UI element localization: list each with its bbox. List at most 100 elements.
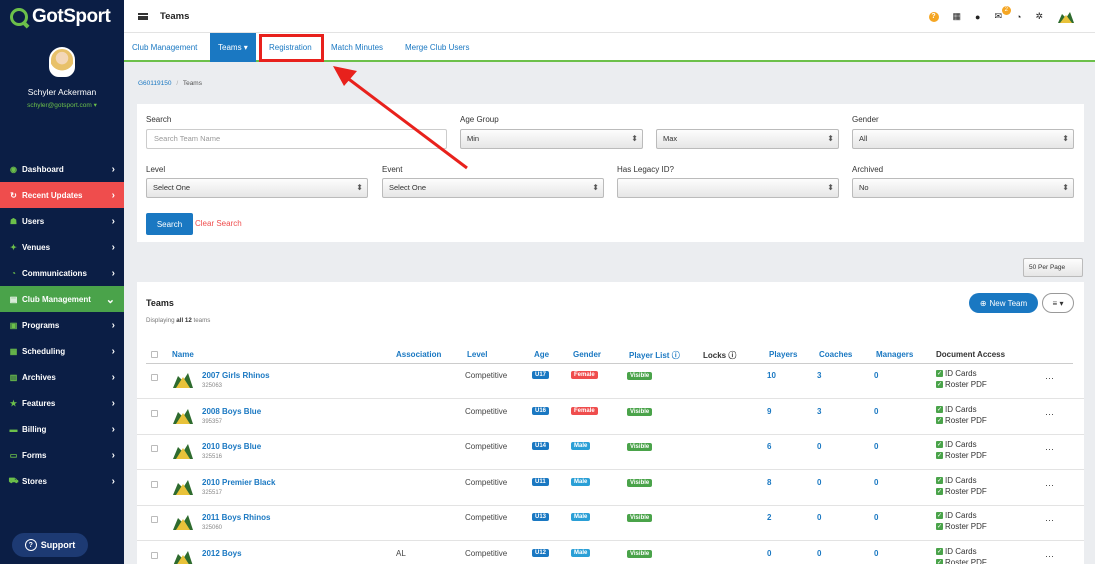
- header-player-list[interactable]: Player List ⓘ: [629, 350, 680, 361]
- team-name-link[interactable]: 2012 Boys: [202, 549, 242, 558]
- players-count-link[interactable]: 0: [767, 549, 771, 558]
- coaches-count-link[interactable]: 0: [817, 442, 821, 451]
- user-icon[interactable]: ●: [975, 12, 980, 22]
- level-select[interactable]: Select One: [146, 178, 368, 198]
- clear-search-link[interactable]: Clear Search: [195, 219, 242, 228]
- row-checkbox[interactable]: [151, 551, 158, 559]
- player-list-badge[interactable]: Visible: [627, 372, 653, 380]
- roster-pdf-access[interactable]: ✓ Roster PDF: [936, 558, 987, 564]
- header-name[interactable]: Name: [172, 350, 194, 359]
- players-count-link[interactable]: 10: [767, 371, 776, 380]
- header-coaches[interactable]: Coaches: [819, 350, 852, 359]
- sidebar-item-dashboard[interactable]: ◉ Dashboard ›: [0, 156, 124, 182]
- coaches-count-link[interactable]: 0: [817, 478, 821, 487]
- row-actions-menu-icon[interactable]: ···: [1045, 480, 1054, 490]
- archived-select[interactable]: No: [852, 178, 1074, 198]
- row-checkbox[interactable]: [151, 445, 158, 452]
- sidebar-item-stores[interactable]: ⛟ Stores ›: [0, 468, 124, 494]
- age-min-select[interactable]: Min: [460, 129, 643, 149]
- tab-match-minutes[interactable]: Match Minutes: [331, 33, 383, 62]
- roster-pdf-access[interactable]: ✓ Roster PDF: [936, 380, 987, 389]
- id-cards-access[interactable]: ✓ ID Cards: [936, 476, 977, 485]
- managers-count-link[interactable]: 0: [874, 549, 878, 558]
- help-icon[interactable]: ?: [928, 11, 939, 22]
- sidebar-item-recent-updates[interactable]: ↻ Recent Updates ›: [0, 182, 124, 208]
- age-max-select[interactable]: Max: [656, 129, 839, 149]
- search-team-input[interactable]: Search Team Name: [146, 129, 447, 149]
- mail-icon[interactable]: ✉ 2: [994, 6, 1012, 22]
- row-actions-menu-icon[interactable]: ···: [1045, 444, 1054, 454]
- players-count-link[interactable]: 6: [767, 442, 771, 451]
- sidebar-item-communications[interactable]: ◔ Communications ›: [0, 260, 124, 286]
- roster-pdf-access[interactable]: ✓ Roster PDF: [936, 451, 987, 460]
- managers-count-link[interactable]: 0: [874, 478, 878, 487]
- row-checkbox[interactable]: [151, 374, 158, 381]
- row-checkbox[interactable]: [151, 409, 158, 417]
- tab-club-management[interactable]: Club Management: [132, 33, 197, 62]
- chat-icon[interactable]: ◔: [1016, 12, 1021, 22]
- id-cards-access[interactable]: ✓ ID Cards: [936, 511, 977, 520]
- players-count-link[interactable]: 9: [767, 407, 771, 416]
- gender-select[interactable]: All: [852, 129, 1074, 149]
- user-email-dropdown[interactable]: schyler@gotsport.com ▾: [0, 101, 124, 109]
- team-name-link[interactable]: 2008 Boys Blue: [202, 407, 261, 416]
- roster-pdf-access[interactable]: ✓ Roster PDF: [936, 487, 987, 496]
- support-button[interactable]: ? Support: [12, 533, 88, 557]
- id-cards-access[interactable]: ✓ ID Cards: [936, 369, 977, 378]
- sidebar-item-forms[interactable]: ▭ Forms ›: [0, 442, 124, 468]
- id-cards-access[interactable]: ✓ ID Cards: [936, 440, 977, 449]
- row-checkbox[interactable]: [151, 480, 158, 488]
- info-icon[interactable]: ⓘ: [728, 351, 736, 360]
- sidebar-item-scheduling[interactable]: ▦ Scheduling ›: [0, 338, 124, 364]
- row-actions-menu-icon[interactable]: ···: [1045, 515, 1054, 525]
- select-all-checkbox[interactable]: [151, 351, 158, 358]
- tab-teams[interactable]: Teams ▾: [210, 33, 256, 62]
- legacy-id-select[interactable]: [617, 178, 839, 198]
- coaches-count-link[interactable]: 0: [817, 549, 821, 558]
- header-level[interactable]: Level: [467, 350, 487, 359]
- gear-icon[interactable]: ✲: [1035, 11, 1043, 22]
- header-gender[interactable]: Gender: [573, 350, 601, 359]
- header-locks[interactable]: Locks ⓘ: [703, 350, 736, 361]
- team-name-link[interactable]: 2010 Premier Black: [202, 478, 275, 487]
- sidebar-item-venues[interactable]: ✦ Venues ›: [0, 234, 124, 260]
- header-age[interactable]: Age: [534, 350, 549, 359]
- coaches-count-link[interactable]: 3: [817, 371, 821, 380]
- sidebar-item-programs[interactable]: ▣ Programs ›: [0, 312, 124, 338]
- header-managers[interactable]: Managers: [876, 350, 913, 359]
- managers-count-link[interactable]: 0: [874, 407, 878, 416]
- team-name-link[interactable]: 2007 Girls Rhinos: [202, 371, 270, 380]
- player-list-badge[interactable]: Visible: [627, 514, 653, 522]
- club-crest-icon[interactable]: [1057, 10, 1075, 24]
- id-cards-access[interactable]: ✓ ID Cards: [936, 405, 977, 414]
- header-association[interactable]: Association: [396, 350, 441, 359]
- per-page-select[interactable]: 50 Per Page: [1023, 258, 1083, 277]
- qr-code-icon[interactable]: ▦: [953, 11, 962, 22]
- row-actions-menu-icon[interactable]: ···: [1045, 373, 1054, 383]
- roster-pdf-access[interactable]: ✓ Roster PDF: [936, 416, 987, 425]
- players-count-link[interactable]: 8: [767, 478, 771, 487]
- players-count-link[interactable]: 2: [767, 513, 771, 522]
- tab-merge-club-users[interactable]: Merge Club Users: [405, 33, 469, 62]
- sidebar-item-club-management[interactable]: ▤ Club Management ⌄: [0, 286, 124, 312]
- sidebar-item-archives[interactable]: ▥ Archives ›: [0, 364, 124, 390]
- managers-count-link[interactable]: 0: [874, 442, 878, 451]
- new-team-button[interactable]: ⊕ New Team: [969, 293, 1038, 313]
- team-name-link[interactable]: 2011 Boys Rhinos: [202, 513, 270, 522]
- columns-menu-button[interactable]: ≡ ▾: [1042, 293, 1074, 313]
- sidebar-item-users[interactable]: ☗ Users ›: [0, 208, 124, 234]
- header-players[interactable]: Players: [769, 350, 797, 359]
- team-name-link[interactable]: 2010 Boys Blue: [202, 442, 261, 451]
- search-button[interactable]: Search: [146, 213, 193, 235]
- coaches-count-link[interactable]: 3: [817, 407, 821, 416]
- coaches-count-link[interactable]: 0: [817, 513, 821, 522]
- event-select[interactable]: Select One: [382, 178, 604, 198]
- id-cards-access[interactable]: ✓ ID Cards: [936, 547, 977, 556]
- info-icon[interactable]: ⓘ: [672, 351, 680, 360]
- hamburger-menu-icon[interactable]: [138, 12, 148, 20]
- breadcrumb-club-link[interactable]: G60119150: [138, 80, 172, 87]
- row-actions-menu-icon[interactable]: ···: [1045, 551, 1054, 561]
- logo[interactable]: GotSport: [0, 0, 124, 33]
- player-list-badge[interactable]: Visible: [627, 407, 653, 416]
- sidebar-item-features[interactable]: ★ Features ›: [0, 390, 124, 416]
